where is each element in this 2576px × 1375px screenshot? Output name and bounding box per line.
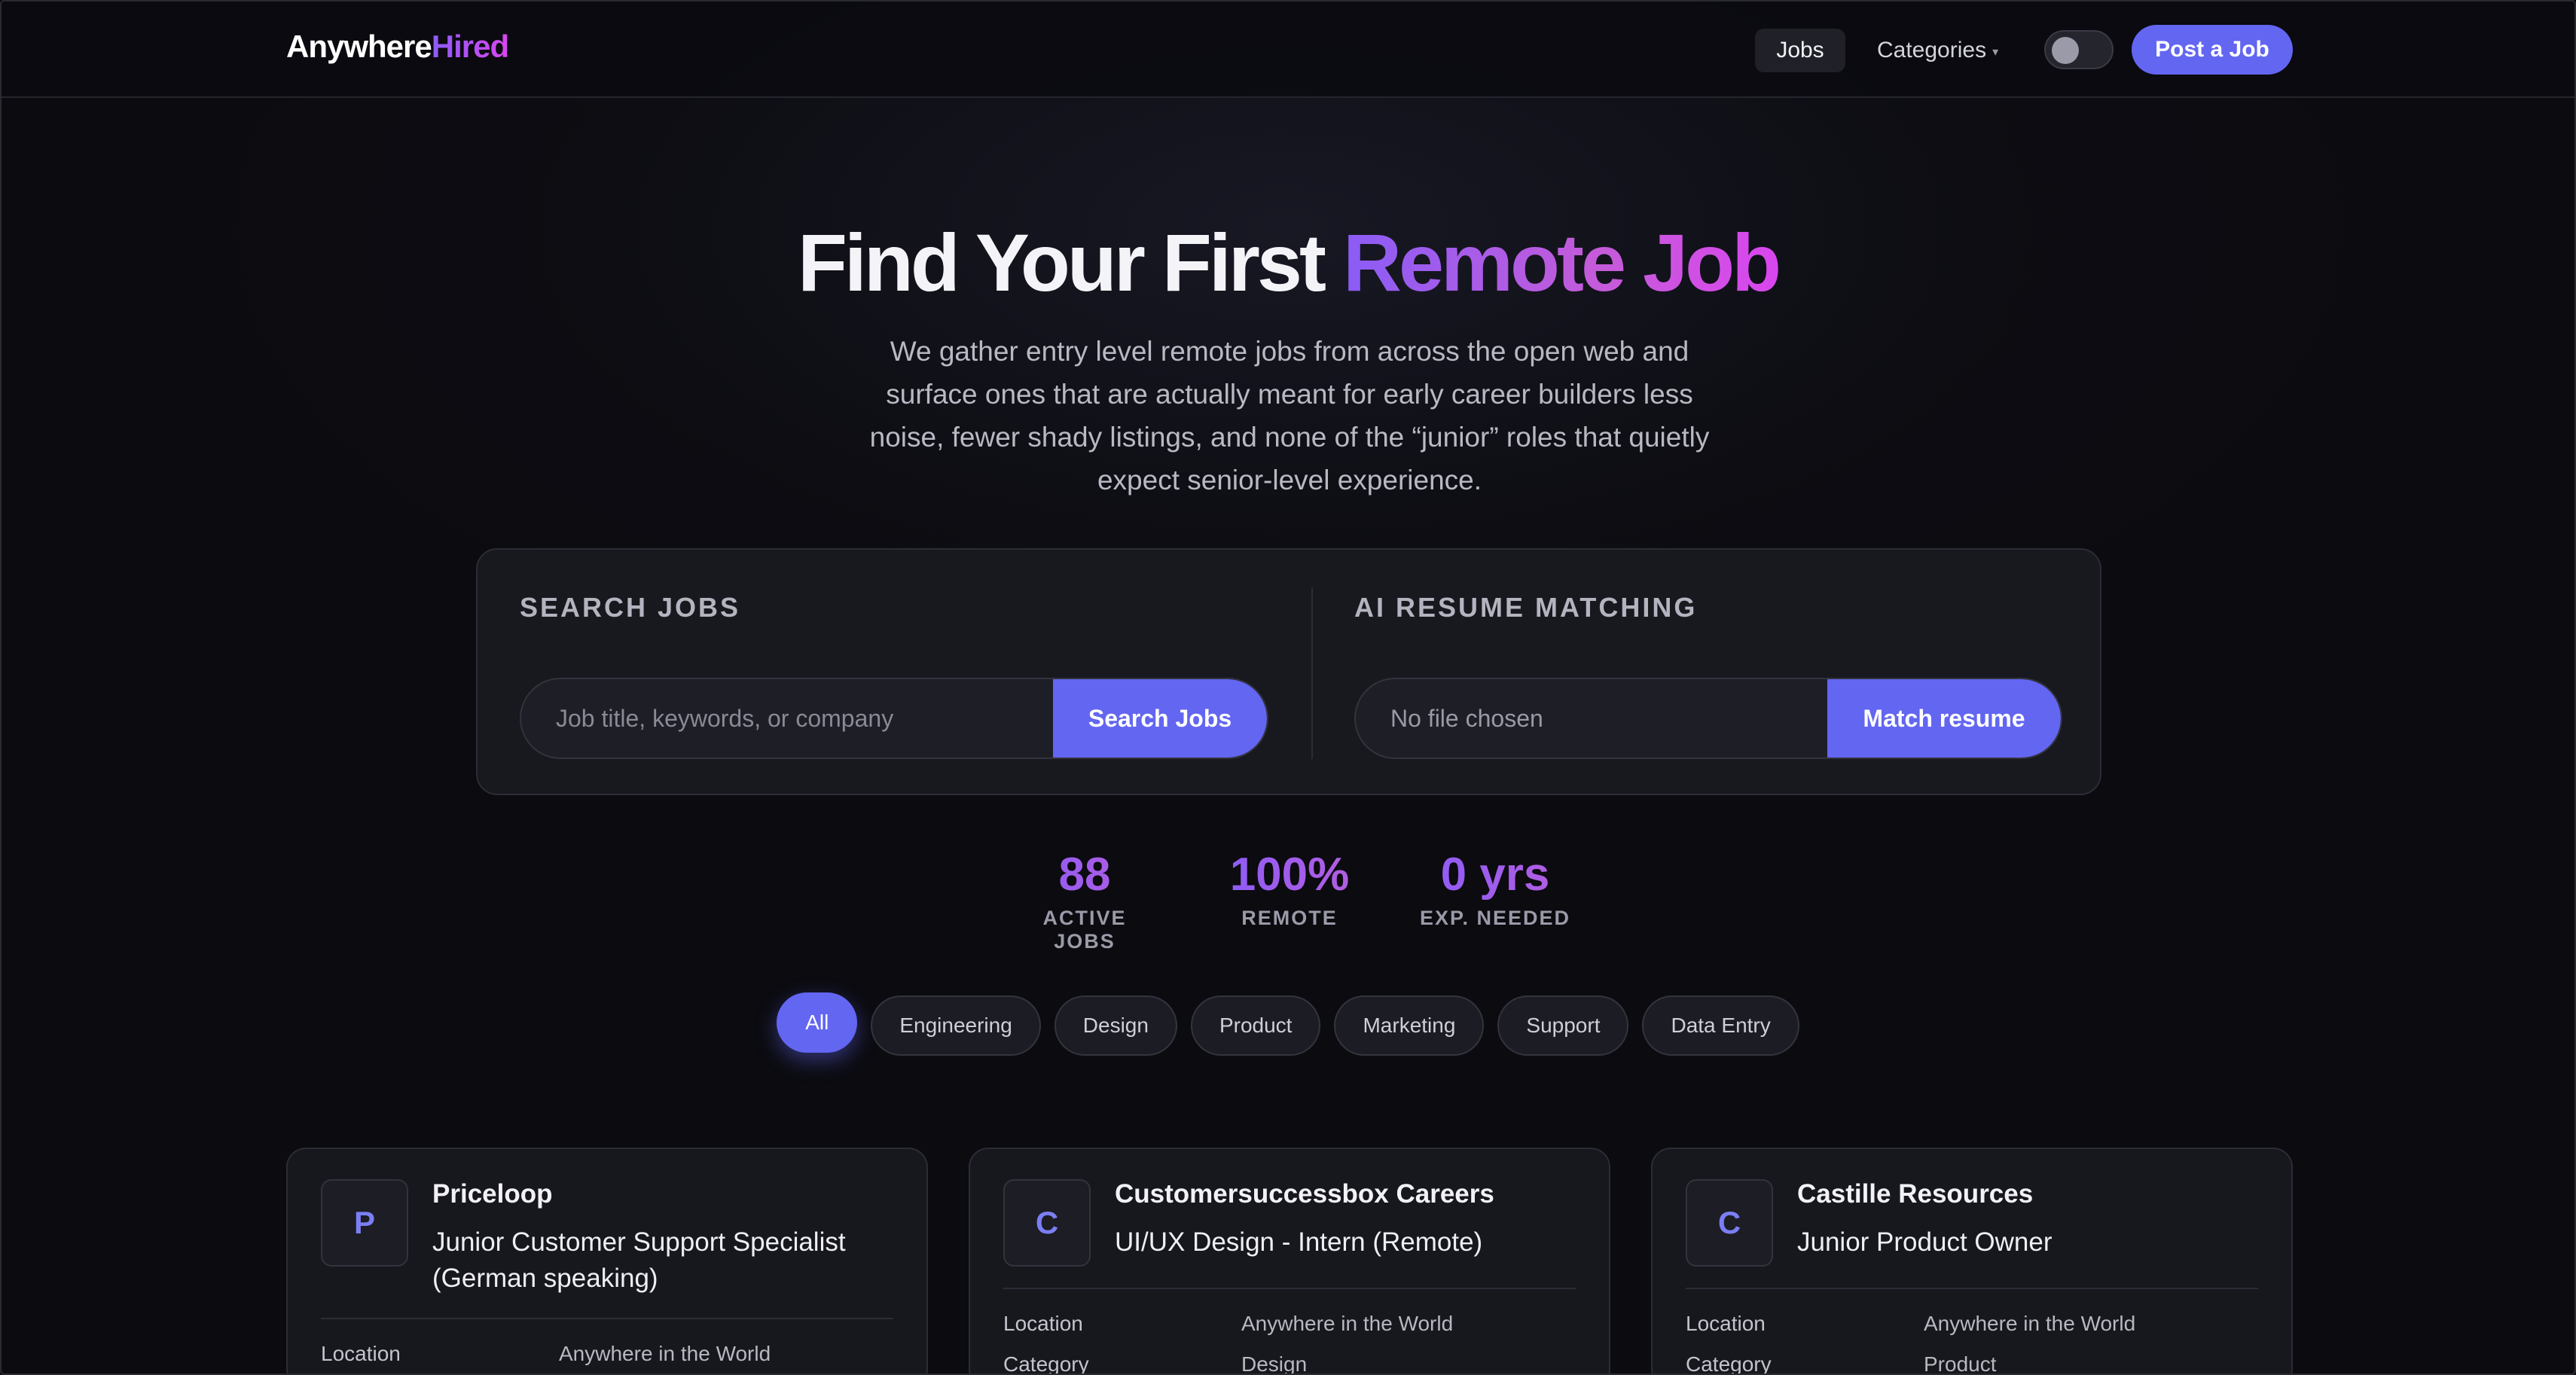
company-avatar: P [321,1179,408,1267]
search-heading: SEARCH JOBS [520,592,741,623]
search-panel: SEARCH JOBS Search Jobs AI RESUME MATCHI… [476,548,2101,795]
filter-data-entry[interactable]: Data Entry [1642,995,1799,1056]
company-name: Castille Resources [1797,1179,2034,1209]
post-job-button[interactable]: Post a Job [2132,25,2293,75]
filter-support[interactable]: Support [1497,995,1629,1056]
job-title[interactable]: Junior Product Owner [1797,1224,2264,1261]
nav-jobs-link[interactable]: Jobs [1755,29,1845,72]
nav-categories-dropdown[interactable]: Categories ▾ [1877,29,1998,72]
company-avatar: C [1003,1179,1091,1267]
category-value: Design [1241,1352,1308,1375]
search-field: Search Jobs [520,678,1268,759]
location-label: Location [1003,1312,1083,1335]
stat-remote: 100% REMOTE [1214,846,1365,930]
search-jobs-button[interactable]: Search Jobs [1053,679,1267,758]
stat-label: EXP. NEEDED [1419,907,1571,929]
location-label: Location [321,1342,401,1365]
location-label: Location [1686,1312,1766,1335]
logo[interactable]: AnywhereHired [286,29,509,65]
company-name: Customersuccessbox Careers [1115,1179,1494,1209]
card-divider [1686,1288,2258,1289]
job-card[interactable]: C Customersuccessbox Careers UI/UX Desig… [969,1148,1610,1375]
job-title[interactable]: Junior Customer Support Specialist (Germ… [432,1224,899,1297]
filter-marketing[interactable]: Marketing [1334,995,1485,1056]
category-value: Product [1924,1352,1997,1375]
toggle-knob [2052,37,2079,64]
card-divider [1003,1288,1576,1289]
title-accent: Remote Job [1342,217,1781,308]
job-title[interactable]: UI/UX Design - Intern (Remote) [1115,1224,1582,1261]
logo-accent: Hired [431,29,509,64]
stat-value: 100% [1214,846,1365,904]
category-label: Category [1686,1352,1772,1375]
job-card[interactable]: C Castille Resources Junior Product Owne… [1651,1148,2293,1375]
stat-label: REMOTE [1241,907,1338,929]
company-avatar: C [1686,1179,1773,1267]
app-window: AnywhereHired Jobs Categories ▾ Post a J… [0,0,2576,1375]
search-input[interactable] [556,679,1038,758]
ai-matching-heading: AI RESUME MATCHING [1354,592,1698,623]
filter-product[interactable]: Product [1190,995,1321,1056]
location-value: Anywhere in the World [1241,1312,1454,1335]
category-label: Category [1003,1352,1089,1375]
location-value: Anywhere in the World [559,1342,771,1365]
location-value: Anywhere in the World [1924,1312,2136,1335]
filter-engineering[interactable]: Engineering [871,995,1041,1056]
file-status: No file chosen [1390,704,1543,732]
category-filters: All Engineering Design Product Marketing… [2,992,2574,1056]
stat-value: 88 [1009,846,1160,904]
match-resume-button[interactable]: Match resume [1827,679,2061,758]
card-divider [321,1318,893,1319]
page-title: Find Your First Remote Job [2,214,2574,312]
top-nav: AnywhereHired Jobs Categories ▾ Post a J… [2,2,2574,98]
stat-active-jobs: 88 ACTIVE JOBS [1009,846,1160,953]
logo-main: Anywhere [286,29,432,64]
stat-experience: 0 yrs EXP. NEEDED [1418,846,1573,930]
filter-design[interactable]: Design [1054,995,1177,1056]
stat-value: 0 yrs [1418,846,1573,904]
title-main: Find Your First [797,217,1343,308]
stat-label: ACTIVE JOBS [1042,907,1127,953]
page-subtitle: We gather entry level remote jobs from a… [869,336,1710,495]
panel-divider [1311,587,1313,759]
resume-file-field[interactable]: No file chosen Match resume [1354,678,2062,759]
nav-categories-label: Categories [1877,38,1987,62]
theme-toggle[interactable] [2044,30,2114,69]
company-name: Priceloop [432,1179,553,1209]
chevron-down-icon: ▾ [1992,46,1999,59]
filter-all[interactable]: All [777,992,858,1053]
job-card[interactable]: P Priceloop Junior Customer Support Spec… [286,1148,928,1373]
